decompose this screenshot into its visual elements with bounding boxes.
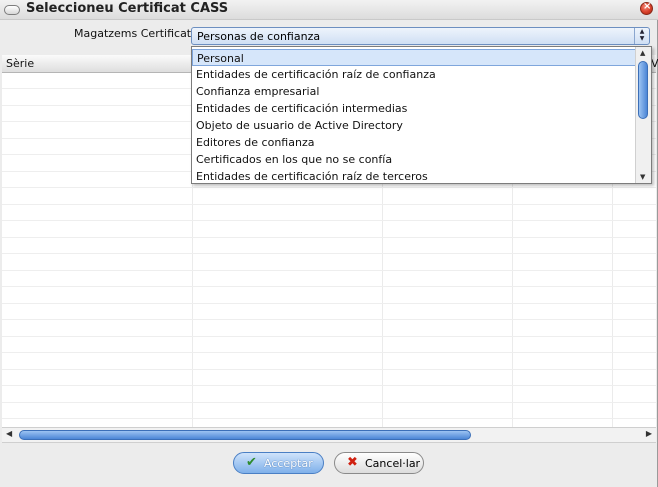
store-select[interactable]: Personas de confianza ▲ ▼ <box>191 27 650 45</box>
row-divider <box>2 369 656 370</box>
close-icon: × <box>643 1 652 12</box>
combo-arrows-icon[interactable]: ▲ ▼ <box>634 28 649 44</box>
row-divider <box>2 187 656 188</box>
store-dropdown-list: Personal Entidades de certificación raíz… <box>191 46 652 184</box>
cross-icon: ✖ <box>347 455 358 470</box>
store-select-value: Personas de confianza <box>197 30 321 43</box>
window-title: Seleccioneu Certificat CASS <box>26 1 229 16</box>
column-header-serie[interactable]: Sèrie <box>6 57 34 70</box>
cancel-label: Cancel·lar <box>365 457 421 470</box>
row-divider <box>2 385 656 386</box>
scrollbar-thumb[interactable] <box>19 430 471 440</box>
dropdown-scrollbar[interactable]: ▲ ▼ <box>635 47 651 183</box>
row-divider <box>2 352 656 353</box>
row-divider <box>2 220 656 221</box>
row-divider <box>2 237 656 238</box>
scroll-left-icon[interactable]: ◀ <box>6 429 12 438</box>
window-toggle-icon[interactable] <box>4 5 20 15</box>
dropdown-option-personal[interactable]: Personal <box>192 49 636 66</box>
dropdown-option-enterprise-trust[interactable]: Confianza empresarial <box>192 83 636 100</box>
accept-label: Acceptar <box>264 457 313 470</box>
accept-button[interactable]: ✔ Acceptar <box>233 452 324 474</box>
row-divider <box>2 336 656 337</box>
cancel-button[interactable]: ✖ Cancel·lar <box>334 452 424 474</box>
row-divider <box>2 418 656 419</box>
dropdown-option-trusted-publishers[interactable]: Editores de confianza <box>192 134 636 151</box>
dropdown-option-intermediate-ca[interactable]: Entidades de certificación intermedias <box>192 100 636 117</box>
checkmark-icon: ✔ <box>246 455 257 470</box>
row-divider <box>2 303 656 304</box>
dropdown-scrollbar-thumb[interactable] <box>638 61 648 119</box>
title-bar: Seleccioneu Certificat CASS × <box>0 0 658 20</box>
row-divider <box>2 253 656 254</box>
row-divider <box>2 319 656 320</box>
scroll-up-icon[interactable]: ▲ <box>640 49 645 57</box>
dropdown-option-root-ca[interactable]: Entidades de certificación raíz de confi… <box>192 66 636 83</box>
certificate-dialog: Seleccioneu Certificat CASS × Magatzems … <box>0 0 658 487</box>
row-divider <box>2 402 656 403</box>
column-header-valid[interactable]: Vá <box>651 57 658 70</box>
dropdown-option-active-directory[interactable]: Objeto de usuario de Active Directory <box>192 117 636 134</box>
dropdown-option-third-party-root[interactable]: Entidades de certificación raíz de terce… <box>192 168 636 185</box>
row-divider <box>2 204 656 205</box>
close-button[interactable]: × <box>640 1 653 15</box>
store-label: Magatzems Certificats : <box>74 27 205 40</box>
horizontal-scrollbar[interactable]: ◀ ▶ <box>2 427 656 443</box>
scroll-down-icon[interactable]: ▼ <box>640 173 645 181</box>
scroll-right-icon[interactable]: ▶ <box>646 429 652 438</box>
dropdown-option-untrusted[interactable]: Certificados en los que no se confía <box>192 151 636 168</box>
row-divider <box>2 286 656 287</box>
row-divider <box>2 270 656 271</box>
